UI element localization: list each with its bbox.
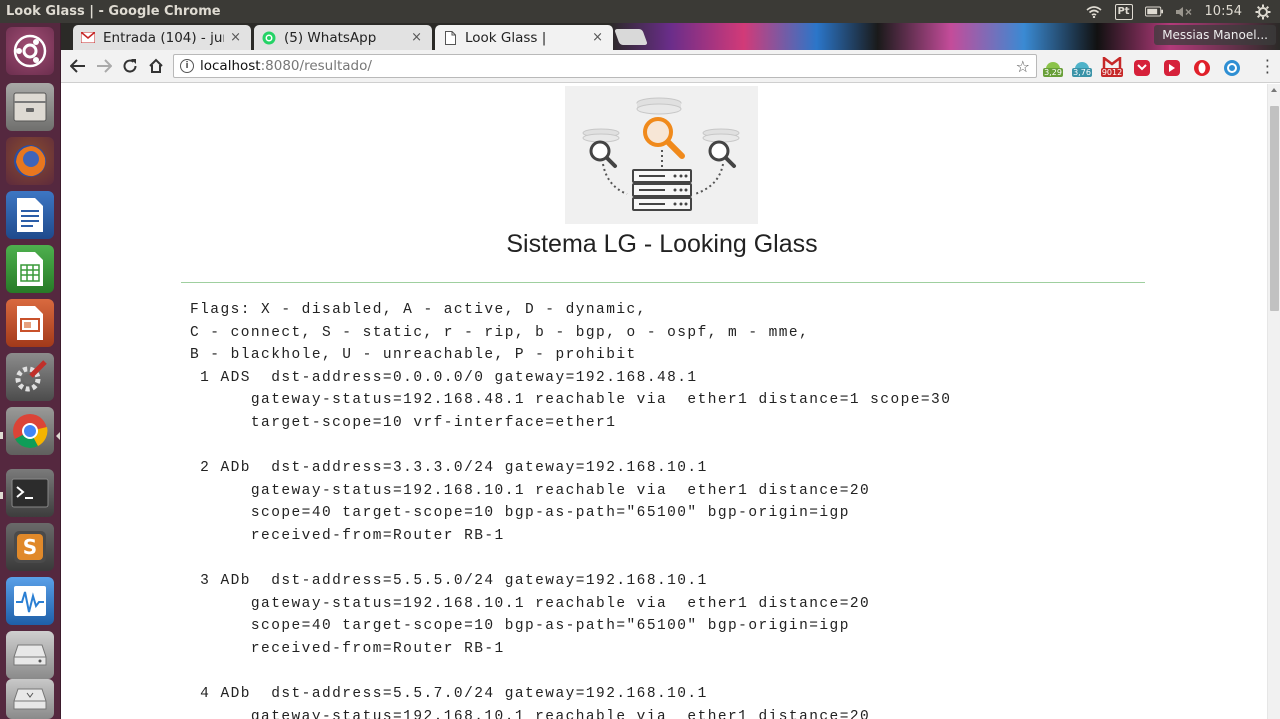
pocket-ext-icon[interactable] [1131,57,1153,77]
looking-glass-logo [565,86,758,224]
site-info-icon[interactable]: i [180,59,194,73]
chrome-menu-icon[interactable]: · · · [1265,53,1270,81]
tab-close-icon[interactable]: × [230,30,241,45]
drive-2-icon[interactable] [6,679,54,719]
tab-close-icon[interactable]: × [411,30,422,45]
reload-icon[interactable] [117,53,143,79]
address-bar[interactable]: i localhost:8080/resultado/ ☆ [173,54,1037,78]
divider [181,282,1145,283]
tab-whatsapp[interactable]: (5) WhatsApp × [254,25,432,50]
new-tab-button[interactable] [614,29,648,45]
browser-toolbar: i localhost:8080/resultado/ ☆ 3,29 3,76 … [61,50,1280,83]
chrome-icon[interactable] [6,407,54,455]
tab-close-icon[interactable]: × [592,30,603,45]
system-monitor-icon[interactable] [6,577,54,625]
tab-label: (5) WhatsApp [284,29,377,46]
route-output: Flags: X - disabled, A - active, D - dyn… [190,302,952,719]
unity-launcher: S [0,23,61,719]
libreoffice-impress-icon[interactable] [6,299,54,347]
terminal-icon[interactable] [6,469,54,517]
page-icon [443,30,457,45]
libreoffice-calc-icon[interactable] [6,245,54,293]
url-host: localhost [200,58,261,74]
scroll-up-arrow[interactable] [1271,88,1277,92]
home-icon[interactable] [143,53,169,79]
page-title: Sistema LG - Looking Glass [506,230,818,258]
profile-button[interactable]: Messias Manoel... [1154,25,1276,45]
gmail-ext-icon[interactable]: 9012 [1100,57,1124,77]
power-gear-icon[interactable] [1254,4,1272,19]
android-ext-2-icon[interactable]: 3,76 [1071,57,1093,77]
forward-icon[interactable] [91,53,117,79]
back-icon[interactable] [65,53,91,79]
running-indicator [0,432,3,439]
libreoffice-writer-icon[interactable] [6,191,54,239]
running-indicator [0,492,3,499]
tab-label: Entrada (104) - juni [103,29,225,46]
tab-strip: Entrada (104) - juni × (5) WhatsApp × Lo… [61,23,1280,50]
sublime-text-icon[interactable]: S [6,523,54,571]
focused-indicator [56,432,60,440]
tab-look-glass[interactable]: Look Glass | × [435,25,613,50]
drive-icon[interactable] [6,631,54,679]
browser-window: Entrada (104) - juni × (5) WhatsApp × Lo… [61,23,1280,719]
gmail-icon [81,31,95,45]
whatsapp-icon [262,31,276,45]
media-ext-icon[interactable] [1161,57,1183,77]
wifi-icon[interactable] [1085,5,1103,19]
files-icon[interactable] [6,83,54,131]
keyboard-layout-indicator[interactable]: Pt [1114,3,1133,20]
system-settings-icon[interactable] [6,353,54,401]
firefox-icon[interactable] [6,137,54,185]
bookmark-star-icon[interactable]: ☆ [1016,57,1030,76]
opera-ext-icon[interactable] [1191,57,1213,77]
clock[interactable]: 10:54 [1205,4,1242,19]
battery-icon[interactable] [1144,5,1163,19]
ubuntu-dash-icon[interactable] [6,27,54,75]
scrollbar-thumb[interactable] [1270,106,1279,311]
tab-gmail[interactable]: Entrada (104) - juni × [73,25,251,50]
android-ext-icon[interactable]: 3,29 [1042,57,1064,77]
page-viewport: Sistema LG - Looking Glass Flags: X - di… [61,84,1267,719]
window-title: Look Glass | - Google Chrome [6,4,221,19]
system-top-panel: Look Glass | - Google Chrome Pt 10:54 [0,0,1280,23]
url-path: :8080/resultado/ [260,58,372,74]
tab-label: Look Glass | [465,29,547,46]
volume-muted-icon[interactable] [1175,5,1193,19]
page-scrollbar[interactable] [1267,84,1280,719]
vpn-ext-icon[interactable] [1221,57,1243,77]
svg-text:S: S [23,535,37,559]
system-tray: Pt 10:54 [1085,3,1280,20]
